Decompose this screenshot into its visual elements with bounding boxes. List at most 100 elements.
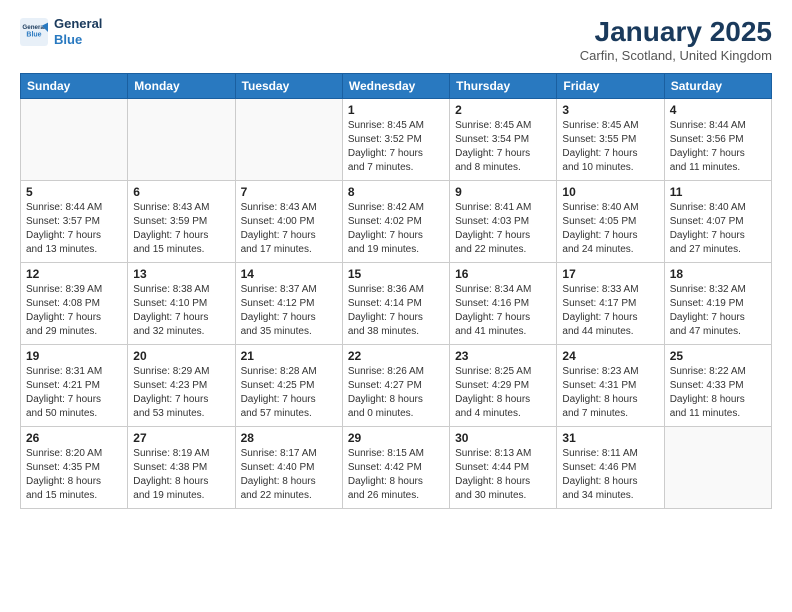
day-header-wednesday: Wednesday bbox=[342, 74, 449, 99]
calendar-cell: 13Sunrise: 8:38 AM Sunset: 4:10 PM Dayli… bbox=[128, 263, 235, 345]
day-number: 27 bbox=[133, 431, 229, 445]
calendar-cell: 23 Sunrise: 8:25 AM Sunset: 4:29 PM Dayli… bbox=[450, 345, 557, 427]
day-info: Sunrise: 8:43 AM Sunset: 3:59 PM Dayligh… bbox=[133, 201, 229, 257]
calendar-cell: 24 Sunrise: 8:23 AM Sunset: 4:31 PM Dayli… bbox=[557, 345, 664, 427]
calendar-cell: 28Sunrise: 8:17 AM Sunset: 4:40 PM Dayli… bbox=[235, 427, 342, 509]
calendar-cell bbox=[128, 99, 235, 181]
day-number: 8 bbox=[348, 185, 444, 199]
logo-line2: Blue bbox=[54, 32, 102, 48]
day-number: 29 bbox=[348, 431, 444, 445]
day-info: Sunrise: 8:40 AM Sunset: 4:07 PM Dayligh… bbox=[670, 201, 766, 257]
svg-text:General: General bbox=[22, 23, 45, 30]
calendar-cell bbox=[235, 99, 342, 181]
calendar-subtitle: Carfin, Scotland, United Kingdom bbox=[580, 48, 772, 63]
day-info: Sunrise: 8:42 AM Sunset: 4:02 PM Dayligh… bbox=[348, 201, 444, 257]
calendar-cell: 6 Sunrise: 8:43 AM Sunset: 3:59 PM Daylig… bbox=[128, 181, 235, 263]
day-number: 30 bbox=[455, 431, 551, 445]
calendar-cell: 21Sunrise: 8:28 AM Sunset: 4:25 PM Dayli… bbox=[235, 345, 342, 427]
calendar-cell: 31 Sunrise: 8:11 AM Sunset: 4:46 PM Dayli… bbox=[557, 427, 664, 509]
day-info: Sunrise: 8:25 AM Sunset: 4:29 PM Dayligh… bbox=[455, 365, 551, 421]
day-info: Sunrise: 8:45 AM Sunset: 3:52 PM Dayligh… bbox=[348, 119, 444, 175]
day-info: Sunrise: 8:41 AM Sunset: 4:03 PM Dayligh… bbox=[455, 201, 551, 257]
logo-line1: General bbox=[54, 16, 102, 32]
day-info: Sunrise: 8:33 AM Sunset: 4:17 PM Dayligh… bbox=[562, 283, 658, 339]
day-header-friday: Friday bbox=[557, 74, 664, 99]
day-number: 12 bbox=[26, 267, 122, 281]
day-number: 22 bbox=[348, 349, 444, 363]
calendar-cell: 2 Sunrise: 8:45 AM Sunset: 3:54 PM Daylig… bbox=[450, 99, 557, 181]
day-info: Sunrise: 8:11 AM Sunset: 4:46 PM Dayligh… bbox=[562, 447, 658, 503]
calendar-cell: 7 Sunrise: 8:43 AM Sunset: 4:00 PM Daylig… bbox=[235, 181, 342, 263]
day-info: Sunrise: 8:32 AM Sunset: 4:19 PM Dayligh… bbox=[670, 283, 766, 339]
day-info: Sunrise: 8:34 AM Sunset: 4:16 PM Dayligh… bbox=[455, 283, 551, 339]
calendar-week-2: 5 Sunrise: 8:44 AM Sunset: 3:57 PM Daylig… bbox=[21, 181, 772, 263]
calendar-cell: 12 Sunrise: 8:39 AM Sunset: 4:08 PM Dayli… bbox=[21, 263, 128, 345]
day-info: Sunrise: 8:19 AM Sunset: 4:38 PM Dayligh… bbox=[133, 447, 229, 503]
calendar-week-1: 1 Sunrise: 8:45 AM Sunset: 3:52 PM Daylig… bbox=[21, 99, 772, 181]
day-info: Sunrise: 8:39 AM Sunset: 4:08 PM Dayligh… bbox=[26, 283, 122, 339]
day-number: 7 bbox=[241, 185, 337, 199]
calendar-cell: 8 Sunrise: 8:42 AM Sunset: 4:02 PM Daylig… bbox=[342, 181, 449, 263]
day-number: 1 bbox=[348, 103, 444, 117]
logo: General Blue General Blue bbox=[20, 16, 102, 47]
calendar-cell: 5 Sunrise: 8:44 AM Sunset: 3:57 PM Daylig… bbox=[21, 181, 128, 263]
calendar-cell: 17 Sunrise: 8:33 AM Sunset: 4:17 PM Dayli… bbox=[557, 263, 664, 345]
day-number: 6 bbox=[133, 185, 229, 199]
day-info: Sunrise: 8:26 AM Sunset: 4:27 PM Dayligh… bbox=[348, 365, 444, 421]
day-header-sunday: Sunday bbox=[21, 74, 128, 99]
day-info: Sunrise: 8:43 AM Sunset: 4:00 PM Dayligh… bbox=[241, 201, 337, 257]
day-number: 26 bbox=[26, 431, 122, 445]
day-number: 24 bbox=[562, 349, 658, 363]
calendar-cell: 18 Sunrise: 8:32 AM Sunset: 4:19 PM Dayli… bbox=[664, 263, 771, 345]
calendar-cell: 29 Sunrise: 8:15 AM Sunset: 4:42 PM Dayli… bbox=[342, 427, 449, 509]
day-number: 13 bbox=[133, 267, 229, 281]
day-number: 19 bbox=[26, 349, 122, 363]
calendar-cell: 3Sunrise: 8:45 AM Sunset: 3:55 PM Daylig… bbox=[557, 99, 664, 181]
day-number: 2 bbox=[455, 103, 551, 117]
day-info: Sunrise: 8:23 AM Sunset: 4:31 PM Dayligh… bbox=[562, 365, 658, 421]
day-number: 31 bbox=[562, 431, 658, 445]
calendar-cell: 15 Sunrise: 8:36 AM Sunset: 4:14 PM Dayli… bbox=[342, 263, 449, 345]
calendar-cell: 14Sunrise: 8:37 AM Sunset: 4:12 PM Dayli… bbox=[235, 263, 342, 345]
day-info: Sunrise: 8:36 AM Sunset: 4:14 PM Dayligh… bbox=[348, 283, 444, 339]
day-header-tuesday: Tuesday bbox=[235, 74, 342, 99]
day-number: 18 bbox=[670, 267, 766, 281]
calendar-cell: 16 Sunrise: 8:34 AM Sunset: 4:16 PM Dayli… bbox=[450, 263, 557, 345]
day-header-saturday: Saturday bbox=[664, 74, 771, 99]
calendar-week-4: 19 Sunrise: 8:31 AM Sunset: 4:21 PM Dayli… bbox=[21, 345, 772, 427]
calendar-cell: 10 Sunrise: 8:40 AM Sunset: 4:05 PM Dayli… bbox=[557, 181, 664, 263]
logo-icon: General Blue bbox=[20, 18, 48, 46]
calendar-cell: 30 Sunrise: 8:13 AM Sunset: 4:44 PM Dayli… bbox=[450, 427, 557, 509]
day-number: 4 bbox=[670, 103, 766, 117]
calendar-cell bbox=[21, 99, 128, 181]
day-number: 15 bbox=[348, 267, 444, 281]
calendar-cell: 20 Sunrise: 8:29 AM Sunset: 4:23 PM Dayli… bbox=[128, 345, 235, 427]
calendar-cell: 9 Sunrise: 8:41 AM Sunset: 4:03 PM Daylig… bbox=[450, 181, 557, 263]
day-number: 17 bbox=[562, 267, 658, 281]
day-info: Sunrise: 8:31 AM Sunset: 4:21 PM Dayligh… bbox=[26, 365, 122, 421]
day-number: 16 bbox=[455, 267, 551, 281]
day-info: Sunrise: 8:13 AM Sunset: 4:44 PM Dayligh… bbox=[455, 447, 551, 503]
day-info: Sunrise: 8:20 AM Sunset: 4:35 PM Dayligh… bbox=[26, 447, 122, 503]
calendar-cell: 4 Sunrise: 8:44 AM Sunset: 3:56 PM Daylig… bbox=[664, 99, 771, 181]
day-number: 23 bbox=[455, 349, 551, 363]
day-info: Sunrise: 8:17 AM Sunset: 4:40 PM Dayligh… bbox=[241, 447, 337, 503]
day-number: 5 bbox=[26, 185, 122, 199]
calendar-week-3: 12 Sunrise: 8:39 AM Sunset: 4:08 PM Dayli… bbox=[21, 263, 772, 345]
day-number: 9 bbox=[455, 185, 551, 199]
calendar-cell: 22 Sunrise: 8:26 AM Sunset: 4:27 PM Dayli… bbox=[342, 345, 449, 427]
calendar-cell: 1 Sunrise: 8:45 AM Sunset: 3:52 PM Daylig… bbox=[342, 99, 449, 181]
day-info: Sunrise: 8:29 AM Sunset: 4:23 PM Dayligh… bbox=[133, 365, 229, 421]
day-header-monday: Monday bbox=[128, 74, 235, 99]
day-info: Sunrise: 8:40 AM Sunset: 4:05 PM Dayligh… bbox=[562, 201, 658, 257]
day-info: Sunrise: 8:45 AM Sunset: 3:54 PM Dayligh… bbox=[455, 119, 551, 175]
calendar-cell: 26 Sunrise: 8:20 AM Sunset: 4:35 PM Dayli… bbox=[21, 427, 128, 509]
day-number: 10 bbox=[562, 185, 658, 199]
day-info: Sunrise: 8:15 AM Sunset: 4:42 PM Dayligh… bbox=[348, 447, 444, 503]
header: General Blue General Blue January 2025 C… bbox=[20, 16, 772, 63]
day-info: Sunrise: 8:44 AM Sunset: 3:57 PM Dayligh… bbox=[26, 201, 122, 257]
day-info: Sunrise: 8:44 AM Sunset: 3:56 PM Dayligh… bbox=[670, 119, 766, 175]
day-number: 20 bbox=[133, 349, 229, 363]
day-number: 14 bbox=[241, 267, 337, 281]
calendar-cell: 19 Sunrise: 8:31 AM Sunset: 4:21 PM Dayli… bbox=[21, 345, 128, 427]
